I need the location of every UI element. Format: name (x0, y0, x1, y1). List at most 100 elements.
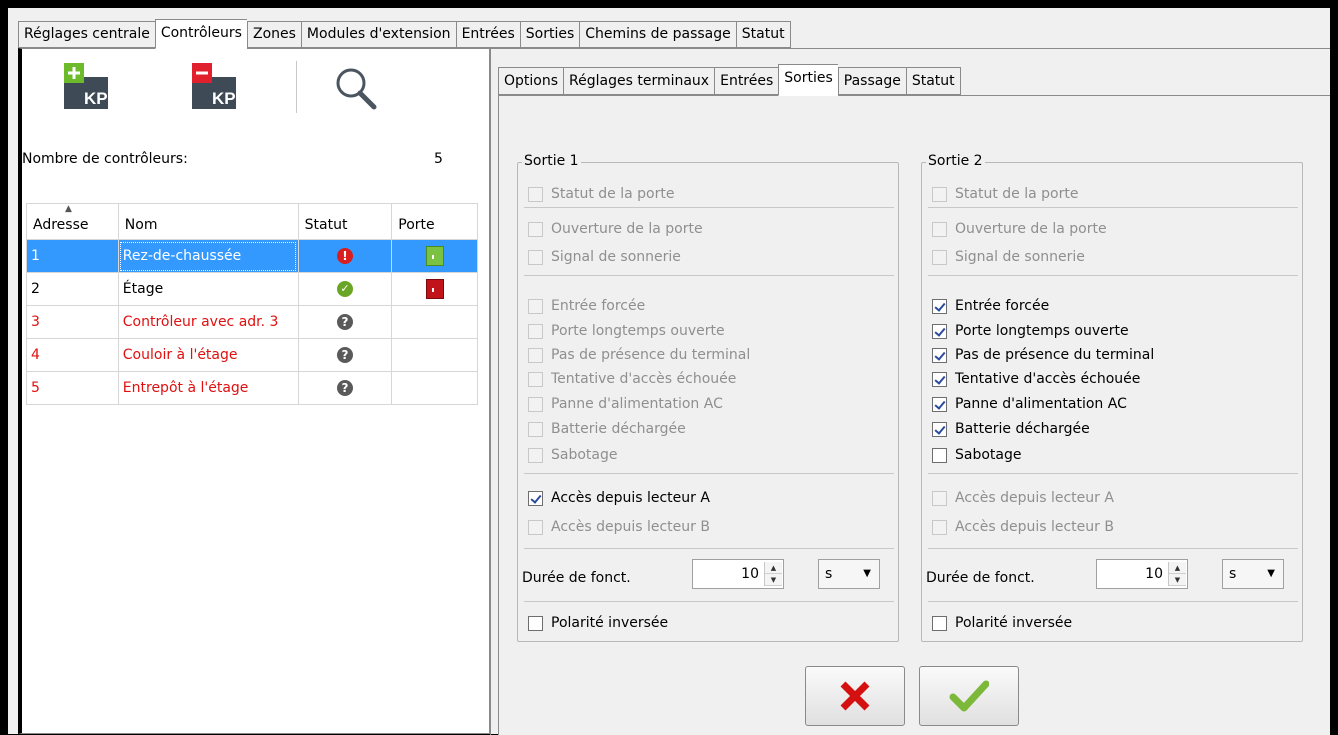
output-option-checkbox[interactable]: Tentative d'accès échouée (528, 369, 736, 389)
output-option-checkbox[interactable]: Entrée forcée (932, 296, 1049, 316)
checkbox-unchecked-icon[interactable] (932, 221, 947, 237)
column-header-nom[interactable]: Nom (117, 203, 299, 240)
controller-details-panel: Options Réglages terminaux Entrées Sorti… (490, 48, 1330, 735)
checkbox-checked-icon[interactable] (932, 298, 947, 314)
output-option-checkbox[interactable]: Accès depuis lecteur B (932, 517, 1114, 537)
duration-unit-select[interactable]: s ▼ (818, 559, 880, 589)
table-row[interactable]: 4 Couloir à l'étage ? (26, 338, 478, 372)
checkbox-unchecked-icon[interactable] (528, 298, 543, 314)
duration-unit-select[interactable]: s ▼ (1222, 559, 1284, 589)
cell-status: ? (297, 338, 393, 372)
output-option-checkbox[interactable]: Ouverture de la porte (528, 219, 703, 239)
chevron-down-icon: ▼ (863, 568, 871, 579)
checkbox-checked-icon[interactable] (528, 490, 543, 506)
checkbox-checked-icon[interactable] (932, 371, 947, 387)
output-option-checkbox[interactable]: Panne d'alimentation AC (528, 394, 723, 414)
subtab-statut[interactable]: Statut (905, 67, 961, 95)
tab-chemins-passage[interactable]: Chemins de passage (579, 21, 736, 48)
duration-spinner[interactable]: ▲ ▼ (1168, 562, 1186, 586)
checkbox-unchecked-icon[interactable] (932, 447, 947, 463)
spin-down-icon[interactable]: ▼ (1169, 574, 1186, 586)
checkbox-unchecked-icon[interactable] (528, 421, 543, 437)
checkbox-checked-icon[interactable] (932, 347, 947, 363)
duration-input[interactable]: 10 ▲ ▼ (692, 559, 784, 589)
subtab-options[interactable]: Options (498, 67, 564, 95)
table-row[interactable]: 1 Rez-de-chaussée ! (26, 239, 478, 273)
checkbox-unchecked-icon[interactable] (528, 221, 543, 237)
output-option-checkbox[interactable]: Sabotage (932, 445, 1022, 465)
inverted-polarity-checkbox[interactable]: Polarité inversée (932, 613, 1072, 633)
inverted-polarity-checkbox[interactable]: Polarité inversée (528, 613, 668, 633)
table-row[interactable]: 5 Entrepôt à l'étage ? (26, 371, 478, 405)
tab-controleurs[interactable]: Contrôleurs (154, 19, 247, 49)
cancel-button[interactable] (805, 666, 905, 726)
checkbox-checked-icon[interactable] (932, 323, 947, 339)
checkbox-unchecked-icon[interactable] (932, 615, 947, 631)
tab-reglages-centrale[interactable]: Réglages centrale (18, 21, 155, 48)
checkbox-checked-icon[interactable] (932, 421, 947, 437)
checkbox-unchecked-icon[interactable] (932, 249, 947, 265)
group-separator (524, 275, 894, 276)
output-option-checkbox[interactable]: Accès depuis lecteur B (528, 517, 710, 537)
tab-sorties[interactable]: Sorties (519, 21, 580, 48)
output-option-checkbox[interactable]: Pas de présence du terminal (932, 345, 1154, 365)
output-option-checkbox[interactable]: Accès depuis lecteur A (932, 488, 1114, 508)
checkbox-unchecked-icon[interactable] (932, 490, 947, 506)
output-option-checkbox[interactable]: Statut de la porte (528, 184, 674, 204)
tab-entrees[interactable]: Entrées (455, 21, 520, 48)
output-option-checkbox[interactable]: Ouverture de la porte (932, 219, 1107, 239)
checkbox-checked-icon[interactable] (932, 396, 947, 412)
duration-input[interactable]: 10 ▲ ▼ (1096, 559, 1188, 589)
search-button[interactable] (332, 65, 386, 113)
spin-up-icon[interactable]: ▲ (765, 562, 782, 574)
output-option-checkbox[interactable]: Sabotage (528, 445, 618, 465)
tab-zones[interactable]: Zones (246, 21, 301, 48)
confirm-button[interactable] (919, 666, 1019, 726)
duration-spinner[interactable]: ▲ ▼ (764, 562, 782, 586)
tab-modules-extension[interactable]: Modules d'extension (300, 21, 456, 48)
output-option-checkbox[interactable]: Tentative d'accès échouée (932, 369, 1140, 389)
output-option-checkbox[interactable]: Signal de sonnerie (932, 247, 1085, 267)
subtab-entrees[interactable]: Entrées (714, 67, 779, 95)
output-option-checkbox[interactable]: Panne d'alimentation AC (932, 394, 1127, 414)
status-ok-icon: ✓ (336, 281, 353, 297)
checkbox-unchecked-icon[interactable] (528, 615, 543, 631)
column-header-statut[interactable]: Statut (297, 203, 393, 240)
output-option-checkbox[interactable]: Pas de présence du terminal (528, 345, 750, 365)
checkbox-unchecked-icon[interactable] (528, 447, 543, 463)
table-row[interactable]: 3 Contrôleur avec adr. 3 ? (26, 305, 478, 339)
checkbox-unchecked-icon[interactable] (528, 371, 543, 387)
cell-address: 3 (26, 305, 119, 339)
checkbox-unchecked-icon[interactable] (932, 519, 947, 535)
output-option-checkbox[interactable]: Porte longtemps ouverte (528, 321, 725, 341)
checkbox-unchecked-icon[interactable] (528, 396, 543, 412)
output-option-checkbox[interactable]: Batterie déchargée (932, 419, 1090, 439)
checkbox-unchecked-icon[interactable] (528, 519, 543, 535)
checkbox-unchecked-icon[interactable] (528, 347, 543, 363)
subtab-passage[interactable]: Passage (837, 67, 906, 95)
checkbox-unchecked-icon[interactable] (528, 249, 543, 265)
subtab-reglages-terminaux[interactable]: Réglages terminaux (563, 67, 715, 95)
column-header-adresse[interactable]: ▲ Adresse (26, 203, 119, 240)
checkbox-label: Ouverture de la porte (955, 221, 1107, 237)
checkbox-unchecked-icon[interactable] (528, 323, 543, 339)
output-option-checkbox[interactable]: Batterie déchargée (528, 419, 686, 439)
add-keypad-button[interactable]: KP (64, 63, 118, 111)
checkbox-unchecked-icon[interactable] (932, 186, 947, 202)
spin-up-icon[interactable]: ▲ (1169, 562, 1186, 574)
table-row[interactable]: 2 Étage ✓ (26, 272, 478, 306)
column-header-porte[interactable]: Porte (391, 203, 478, 240)
cell-door (391, 272, 478, 306)
spin-down-icon[interactable]: ▼ (765, 574, 782, 586)
output-option-checkbox[interactable]: Entrée forcée (528, 296, 645, 316)
output-option-checkbox[interactable]: Accès depuis lecteur A (528, 488, 710, 508)
group-separator (928, 473, 1298, 474)
output-option-checkbox[interactable]: Porte longtemps ouverte (932, 321, 1129, 341)
checkbox-unchecked-icon[interactable] (528, 186, 543, 202)
remove-keypad-button[interactable]: KP (192, 63, 246, 111)
output-option-checkbox[interactable]: Signal de sonnerie (528, 247, 681, 267)
cell-name: Étage (117, 272, 299, 306)
output-option-checkbox[interactable]: Statut de la porte (932, 184, 1078, 204)
tab-statut[interactable]: Statut (735, 21, 791, 48)
subtab-sorties[interactable]: Sorties (778, 64, 838, 96)
